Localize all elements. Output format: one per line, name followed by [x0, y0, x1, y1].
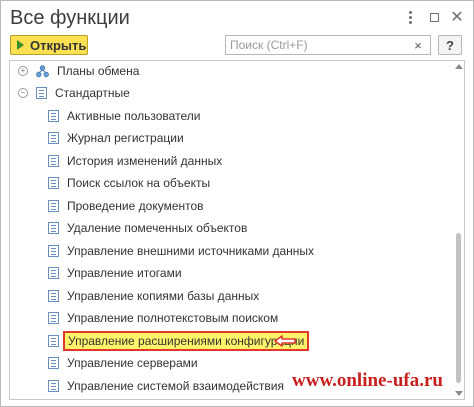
play-icon	[17, 40, 24, 50]
functions-tree: + Планы обмена − Стандартные Активные по…	[9, 60, 465, 400]
tree-item-post-documents[interactable]: Проведение документов	[48, 197, 204, 215]
tree-item-config-extensions[interactable]: Управление расширениями конфигурации	[48, 331, 310, 351]
tree-item-label: Управление полнотекстовым поиском	[67, 311, 279, 325]
close-button[interactable]: ✕	[448, 8, 466, 26]
tree-group-standard[interactable]: − Стандартные	[18, 84, 130, 102]
form-icon	[48, 200, 59, 212]
form-icon	[48, 110, 59, 122]
clear-search-icon[interactable]: ×	[408, 38, 428, 53]
form-icon	[48, 177, 59, 189]
form-icon	[48, 357, 59, 369]
tree-item-label: Управление системой взаимодействия	[67, 379, 284, 393]
close-icon: ✕	[450, 9, 464, 26]
form-icon	[48, 267, 59, 279]
watermark-text: www.online-ufa.ru	[292, 370, 443, 391]
tree-item-active-users[interactable]: Активные пользователи	[48, 107, 200, 125]
tree-item-external-sources[interactable]: Управление внешними источниками данных	[48, 242, 314, 260]
form-icon	[48, 380, 59, 392]
tree-item-find-references[interactable]: Поиск ссылок на объекты	[48, 174, 210, 192]
tree-item-label: Журнал регистрации	[67, 131, 184, 145]
pointer-arrow-icon	[274, 335, 296, 347]
tree-item-interaction-system[interactable]: Управление системой взаимодействия	[48, 377, 284, 395]
tree-item-data-history[interactable]: История изменений данных	[48, 152, 222, 170]
tree-item-totals[interactable]: Управление итогами	[48, 264, 182, 282]
scroll-up-icon[interactable]	[455, 64, 463, 69]
more-actions-button[interactable]	[401, 8, 419, 26]
form-icon	[48, 222, 59, 234]
tree-item-label: Управление копиями базы данных	[67, 289, 260, 303]
folder-form-icon	[36, 87, 47, 99]
tree-item-label: Управление внешними источниками данных	[67, 244, 315, 258]
form-icon	[48, 245, 59, 257]
scrollbar-thumb[interactable]	[456, 233, 461, 383]
collapse-toggle-icon[interactable]: −	[18, 88, 28, 98]
vertical-scrollbar[interactable]	[454, 61, 464, 399]
tree-group-label: Планы обмена	[57, 64, 140, 78]
search-box: ×	[225, 35, 431, 55]
tree-item-label: Управление серверами	[67, 356, 198, 370]
open-button[interactable]: Открыть	[10, 35, 88, 55]
form-icon	[48, 132, 59, 144]
tree-item-delete-marked[interactable]: Удаление помеченных объектов	[48, 219, 247, 237]
window-title: Все функции	[10, 7, 130, 29]
tree-item-label: Проведение документов	[67, 199, 204, 213]
help-button[interactable]: ?	[438, 35, 462, 55]
form-icon	[48, 155, 59, 167]
open-button-label: Открыть	[30, 37, 87, 53]
scroll-down-icon[interactable]	[455, 391, 463, 396]
maximize-button[interactable]	[425, 8, 443, 26]
form-icon	[48, 312, 59, 324]
tree-item-db-backups[interactable]: Управление копиями базы данных	[48, 287, 259, 305]
tree-item-label: Поиск ссылок на объекты	[67, 176, 211, 190]
tree-group-label: Стандартные	[55, 86, 130, 100]
all-functions-window: Все функции ✕ Открыть × ? + Планы обмена	[0, 0, 474, 407]
expand-toggle-icon[interactable]: +	[18, 66, 28, 76]
form-icon	[48, 335, 59, 347]
tree-item-label: История изменений данных	[67, 154, 223, 168]
tree-item-servers[interactable]: Управление серверами	[48, 354, 198, 372]
form-icon	[48, 290, 59, 302]
tree-group-exchange-plans[interactable]: + Планы обмена	[18, 62, 139, 80]
maximize-icon	[429, 12, 439, 22]
tree-item-label: Удаление помеченных объектов	[67, 221, 248, 235]
search-input[interactable]	[226, 37, 408, 53]
tree-item-label: Управление итогами	[67, 266, 182, 280]
tree-item-label-highlighted: Управление расширениями конфигурации	[63, 331, 310, 351]
more-vertical-icon	[408, 10, 412, 24]
tree-item-fulltext-search[interactable]: Управление полнотекстовым поиском	[48, 309, 278, 327]
tree-item-event-log[interactable]: Журнал регистрации	[48, 129, 184, 147]
exchange-plans-icon	[36, 64, 49, 77]
tree-item-label: Активные пользователи	[67, 109, 201, 123]
